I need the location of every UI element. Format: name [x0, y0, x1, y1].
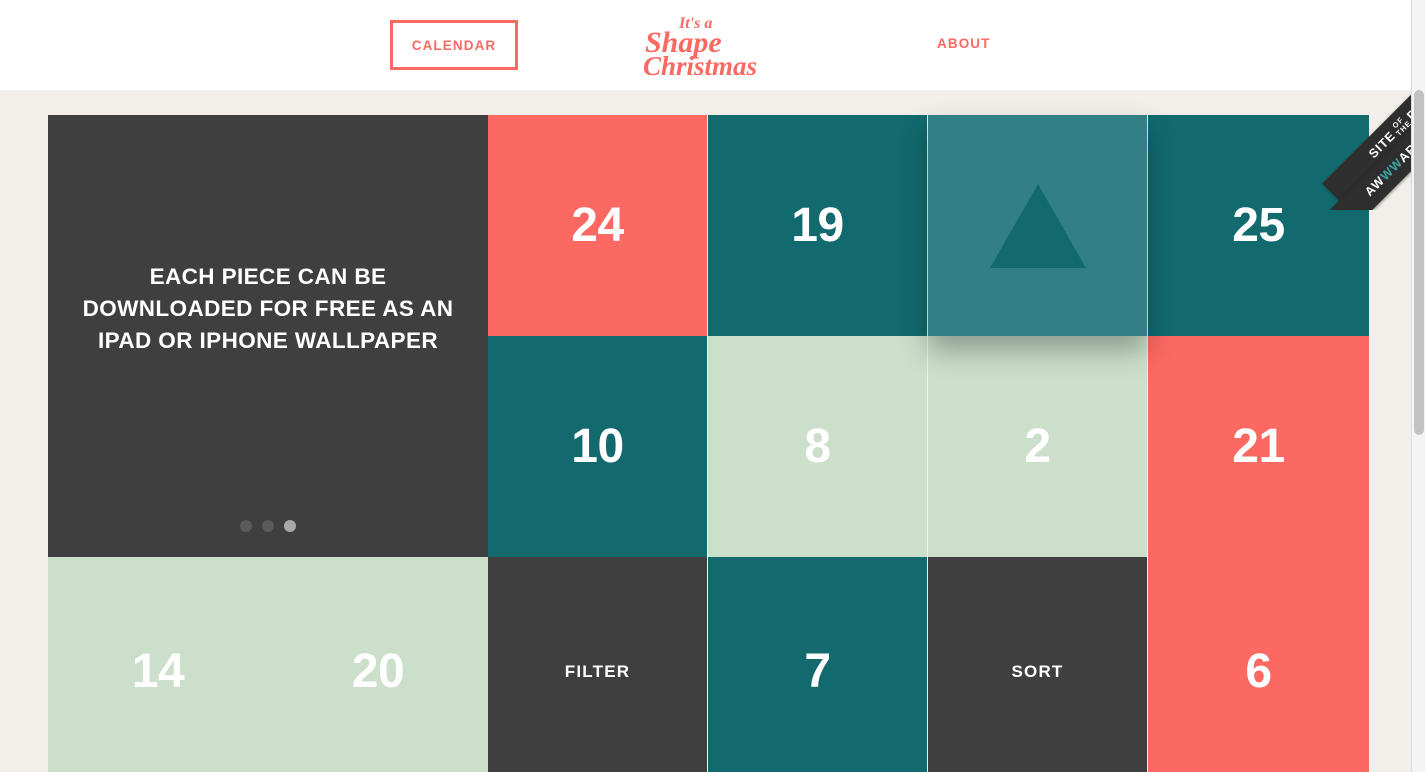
calendar-tile-day-7[interactable]: 7 — [708, 557, 927, 772]
tile-label: FILTER — [564, 662, 631, 681]
tile-day-number: 2 — [1024, 419, 1051, 473]
site-logo[interactable]: It's a Shape Christmas — [641, 8, 783, 80]
tile-day-number: 19 — [791, 198, 844, 252]
carousel-dots — [48, 520, 488, 532]
tile-label: SORT — [1011, 662, 1064, 681]
tile-day-number: 25 — [1232, 198, 1285, 252]
awwwards-ribbon[interactable]: SITE OFTHE DAY AWWWARDS® — [1301, 90, 1411, 210]
tile-day-number: 21 — [1232, 419, 1285, 473]
logo-line-3: Christmas — [643, 51, 757, 80]
tile-day-number: 14 — [131, 645, 185, 698]
intro-text: EACH PIECE CAN BE DOWNLOADED FOR FREE AS… — [82, 264, 454, 353]
calendar-grid: EACH PIECE CAN BE DOWNLOADED FOR FREE AS… — [0, 90, 1411, 772]
tile-day-number: 24 — [571, 198, 624, 252]
calendar-tile-shape[interactable] — [928, 115, 1147, 336]
site-header: CALENDAR It's a Shape Christmas ABOUT — [0, 0, 1411, 90]
carousel-dot-3[interactable] — [284, 520, 296, 532]
calendar-tile-day-6[interactable]: 6 — [1148, 557, 1369, 772]
tile-day-number: 10 — [571, 419, 624, 473]
tile-day-number: 7 — [804, 645, 831, 698]
tile-day-number: 6 — [1245, 645, 1272, 698]
tile-day-number: 8 — [804, 419, 831, 473]
carousel-dot-2[interactable] — [262, 520, 274, 532]
tile-day-number: 20 — [351, 645, 405, 698]
calendar-tile-day-8[interactable]: 8 — [708, 336, 927, 557]
page-scrollbar[interactable] — [1411, 0, 1425, 772]
calendar-tile-day-14[interactable]: 14 — [48, 557, 268, 772]
nav-link-about[interactable]: ABOUT — [937, 36, 991, 51]
calendar-tile-day-21[interactable]: 21 — [1148, 336, 1369, 557]
calendar-tile-day-24[interactable]: 24 — [488, 115, 707, 336]
tile-sort-button[interactable]: SORT — [928, 557, 1147, 772]
scrollbar-thumb[interactable] — [1414, 90, 1424, 435]
calendar-tile-day-20[interactable]: 20 — [268, 557, 488, 772]
calendar-tile-day-19[interactable]: 19 — [708, 115, 927, 336]
carousel-dot-1[interactable] — [240, 520, 252, 532]
nav-link-calendar[interactable]: CALENDAR — [390, 20, 518, 70]
calendar-tile-day-2[interactable]: 2 — [928, 336, 1147, 557]
triangle-icon — [989, 183, 1086, 268]
tile-filter-button[interactable]: FILTER — [488, 557, 707, 772]
calendar-tile-day-10[interactable]: 10 — [488, 336, 707, 557]
intro-panel[interactable]: EACH PIECE CAN BE DOWNLOADED FOR FREE AS… — [48, 115, 488, 557]
